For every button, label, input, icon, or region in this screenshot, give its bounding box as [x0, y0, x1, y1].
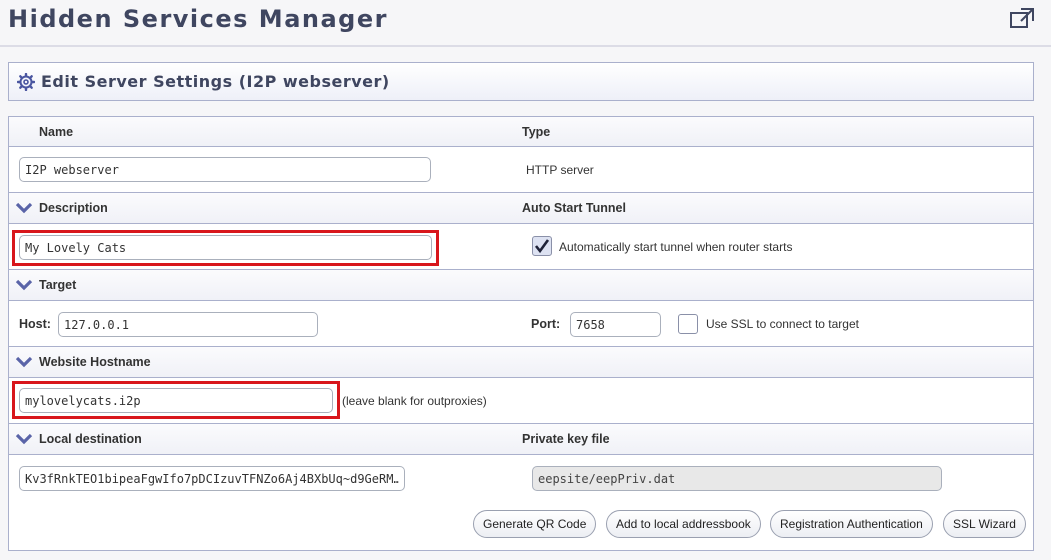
chevron-down-icon[interactable] — [15, 356, 33, 368]
hostname-row: (leave blank for outproxies) — [9, 378, 1033, 424]
local-destination-input[interactable] — [19, 466, 405, 491]
page-title: Hidden Services Manager — [8, 5, 388, 33]
server-settings-form: Name Type HTTP server Description Auto S… — [8, 116, 1034, 551]
hostname-input[interactable] — [19, 388, 333, 413]
type-label: Type — [522, 124, 551, 139]
name-type-header: Name Type — [9, 117, 1033, 147]
gear-icon — [17, 72, 35, 91]
private-key-label: Private key file — [522, 432, 610, 446]
local-destination-label: Local destination — [39, 432, 142, 446]
chevron-down-icon[interactable] — [15, 202, 33, 214]
description-header: Description Auto Start Tunnel — [9, 193, 1033, 224]
hostname-header: Website Hostname — [9, 347, 1033, 378]
local-destination-row — [9, 455, 1033, 501]
chevron-down-icon[interactable] — [15, 279, 33, 291]
private-key-input[interactable] — [532, 466, 942, 491]
type-value: HTTP server — [526, 162, 594, 177]
add-to-addressbook-button[interactable]: Add to local addressbook — [606, 510, 761, 538]
external-link-icon[interactable] — [1009, 7, 1035, 29]
target-header: Target — [9, 270, 1033, 301]
name-type-row: HTTP server — [9, 147, 1033, 193]
port-label: Port: — [531, 316, 561, 331]
description-input[interactable] — [19, 235, 432, 260]
hostname-label: Website Hostname — [39, 355, 151, 369]
local-destination-header: Local destination Private key file — [9, 424, 1033, 455]
edit-settings-header: Edit Server Settings (I2P webserver) — [8, 62, 1034, 101]
title-divider — [0, 45, 1051, 47]
chevron-down-icon[interactable] — [15, 433, 33, 445]
name-input[interactable] — [19, 157, 431, 182]
auto-start-checkbox[interactable] — [532, 236, 552, 256]
ssl-wizard-button[interactable]: SSL Wizard — [943, 510, 1026, 538]
host-input[interactable] — [58, 312, 318, 337]
auto-start-checkbox-label: Automatically start tunnel when router s… — [559, 239, 793, 254]
target-row: Host: Port: Use SSL to connect to target — [9, 301, 1033, 347]
use-ssl-checkbox[interactable] — [678, 314, 698, 334]
name-label: Name — [39, 124, 74, 139]
use-ssl-label: Use SSL to connect to target — [706, 316, 859, 331]
generate-qr-button[interactable]: Generate QR Code — [473, 510, 597, 538]
registration-authentication-button[interactable]: Registration Authentication — [770, 510, 933, 538]
hostname-hint: (leave blank for outproxies) — [342, 393, 487, 408]
port-input[interactable] — [570, 312, 661, 337]
check-icon — [534, 239, 550, 254]
panel-title: Edit Server Settings (I2P webserver) — [41, 72, 390, 91]
description-label: Description — [39, 201, 108, 215]
host-label: Host: — [19, 316, 51, 331]
auto-start-label: Auto Start Tunnel — [522, 201, 626, 215]
target-label: Target — [39, 278, 77, 292]
description-row: Automatically start tunnel when router s… — [9, 224, 1033, 270]
